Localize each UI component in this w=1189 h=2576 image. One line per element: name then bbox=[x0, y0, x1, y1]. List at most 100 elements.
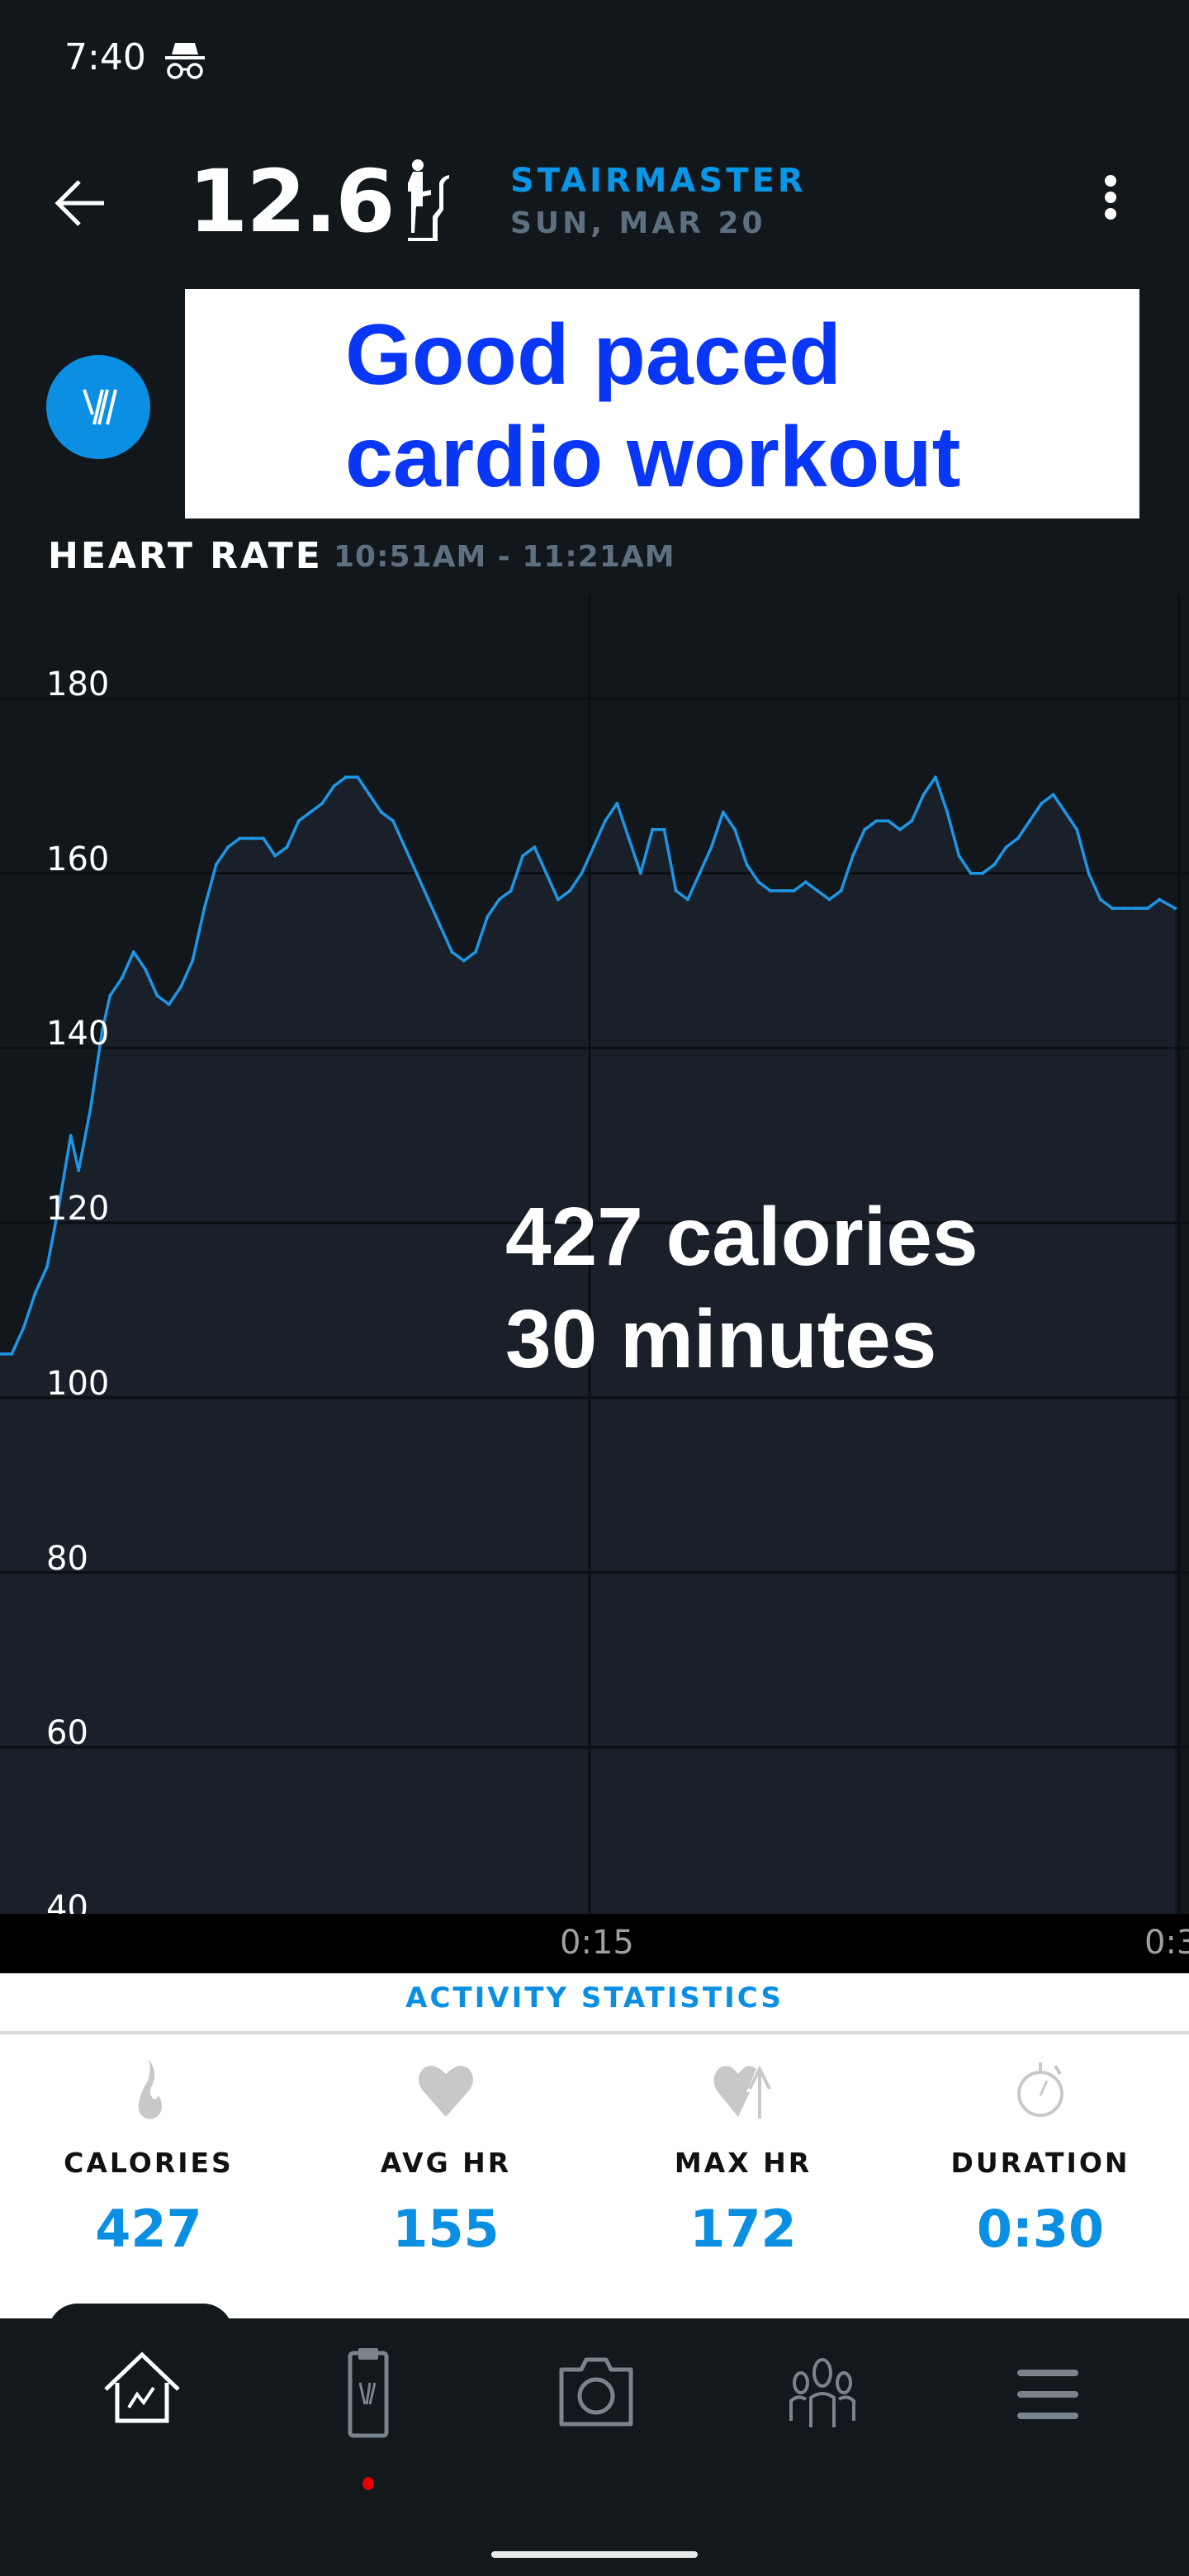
heart-rate-point bbox=[474, 950, 477, 954]
heart-rate-point bbox=[1173, 907, 1177, 911]
heart-rate-point bbox=[698, 871, 702, 875]
heart-rate-point bbox=[191, 959, 195, 963]
stair-climber-icon bbox=[408, 159, 449, 241]
heart-rate-point bbox=[202, 907, 206, 911]
heart-rate-point bbox=[69, 1134, 73, 1138]
heart-rate-point bbox=[945, 810, 950, 814]
heart-rate-title: HEART RATE bbox=[48, 535, 323, 577]
y-tick-label: 120 bbox=[46, 1190, 110, 1229]
heart-rate-point bbox=[379, 810, 383, 814]
heart-rate-point bbox=[1122, 907, 1126, 911]
avatar[interactable] bbox=[46, 355, 150, 459]
overlay-caption: 427 calories 30 minutes bbox=[505, 1186, 978, 1390]
stat-max-hr: MAX HR 172 bbox=[594, 2056, 892, 2259]
heart-rate-point bbox=[426, 897, 430, 902]
incognito-icon bbox=[165, 43, 205, 79]
heart-rate-point bbox=[1087, 871, 1091, 875]
more-vertical-icon-dot bbox=[1105, 192, 1116, 203]
heart-rate-point bbox=[615, 802, 619, 805]
stat-label: CALORIES bbox=[64, 2147, 234, 2179]
more-vertical-icon-dot bbox=[1105, 208, 1116, 220]
stat-label: MAX HR bbox=[674, 2147, 812, 2179]
back-button[interactable] bbox=[50, 170, 116, 236]
heart-rate-point bbox=[509, 888, 513, 893]
heart-rate-point bbox=[662, 827, 666, 831]
heart-rate-point bbox=[497, 897, 501, 902]
activity-date: SUN, MAR 20 bbox=[510, 206, 766, 240]
heart-rate-point bbox=[544, 871, 548, 875]
heart-rate-point bbox=[1145, 907, 1149, 911]
heart-rate-point bbox=[214, 863, 218, 867]
home-chart-icon bbox=[104, 2351, 180, 2423]
heart-rate-point bbox=[438, 924, 443, 928]
camera-icon bbox=[559, 2357, 633, 2427]
nav-home[interactable] bbox=[92, 2345, 192, 2444]
stat-value: 155 bbox=[392, 2199, 500, 2259]
heart-rate-point bbox=[261, 836, 265, 841]
heart-rate-point bbox=[709, 845, 713, 849]
heart-rate-point bbox=[238, 836, 242, 841]
heart-rate-point bbox=[1016, 836, 1020, 841]
heart-rate-point bbox=[320, 802, 324, 805]
stat-calories: CALORIES 427 bbox=[0, 2056, 297, 2259]
heart-rate-point bbox=[839, 888, 843, 893]
heart-rate-point bbox=[886, 819, 890, 823]
activity-statistics-title: ACTIVITY STATISTICS bbox=[405, 1982, 784, 2015]
heart-rate-point bbox=[296, 819, 301, 823]
nav-community[interactable] bbox=[773, 2345, 872, 2444]
heart-rate-point bbox=[131, 950, 135, 954]
workout-note: Good paced cardio workout bbox=[185, 289, 1139, 519]
nav-camera[interactable] bbox=[547, 2345, 646, 2444]
heart-rate-point bbox=[981, 871, 984, 875]
heart-rate-point bbox=[827, 897, 831, 902]
y-tick-label: 180 bbox=[46, 665, 110, 703]
heart-rate-point bbox=[450, 950, 454, 954]
heart-rate-point bbox=[414, 871, 419, 875]
heart-rate-point bbox=[933, 775, 937, 779]
home-indicator[interactable] bbox=[491, 2551, 698, 2558]
heart-rate-point bbox=[1111, 907, 1115, 911]
stat-label: AVG HR bbox=[380, 2147, 512, 2179]
heart-rate-point bbox=[273, 854, 277, 858]
heart-icon bbox=[419, 2066, 473, 2117]
heart-rate-point bbox=[686, 897, 689, 902]
heart-rate-time-range: 10:51AM - 11:21AM bbox=[334, 540, 675, 574]
note-line-2: cardio workout bbox=[345, 410, 961, 505]
heart-rate-point bbox=[816, 888, 820, 893]
heart-rate-point bbox=[21, 1326, 26, 1330]
heart-rate-point bbox=[910, 819, 914, 823]
heart-rate-point bbox=[332, 784, 336, 788]
stat-value: 427 bbox=[95, 2199, 202, 2259]
overlay-calories: 427 calories bbox=[505, 1191, 978, 1283]
heart-rate-point bbox=[144, 968, 148, 972]
workout-value: 12.6 bbox=[188, 151, 396, 252]
more-options-button[interactable] bbox=[1090, 170, 1131, 236]
arrow-left-icon bbox=[54, 180, 104, 226]
stat-value: 172 bbox=[689, 2199, 797, 2259]
heart-rate-point bbox=[769, 888, 772, 893]
heart-rate-point bbox=[226, 845, 230, 849]
nav-menu[interactable] bbox=[997, 2345, 1097, 2444]
heart-rate-point bbox=[721, 810, 725, 814]
journal-notification-badge bbox=[362, 2477, 374, 2490]
heart-up-icon bbox=[713, 2065, 771, 2119]
heart-rate-point bbox=[957, 854, 961, 858]
note-text: Good paced cardio workout bbox=[345, 304, 960, 509]
stat-label: DURATION bbox=[950, 2147, 1130, 2179]
heart-rate-point bbox=[1051, 793, 1055, 797]
heart-rate-point bbox=[521, 854, 525, 858]
heart-rate-point bbox=[733, 827, 737, 831]
heart-rate-point bbox=[674, 888, 678, 893]
heart-rate-point bbox=[792, 888, 796, 893]
activity-header: 12.6 STAIRMASTER SUN, MAR 20 bbox=[0, 140, 1189, 264]
heart-rate-point bbox=[1075, 827, 1079, 831]
heart-rate-point bbox=[651, 827, 655, 831]
heart-rate-point bbox=[249, 836, 253, 841]
nav-journal[interactable] bbox=[319, 2345, 418, 2444]
heart-rate-point bbox=[556, 897, 560, 902]
status-bar: 7:40 bbox=[0, 0, 1189, 116]
heart-rate-point bbox=[568, 888, 572, 893]
clipboard-icon bbox=[348, 2348, 389, 2438]
people-icon bbox=[789, 2358, 855, 2427]
more-vertical-icon bbox=[1105, 175, 1116, 187]
